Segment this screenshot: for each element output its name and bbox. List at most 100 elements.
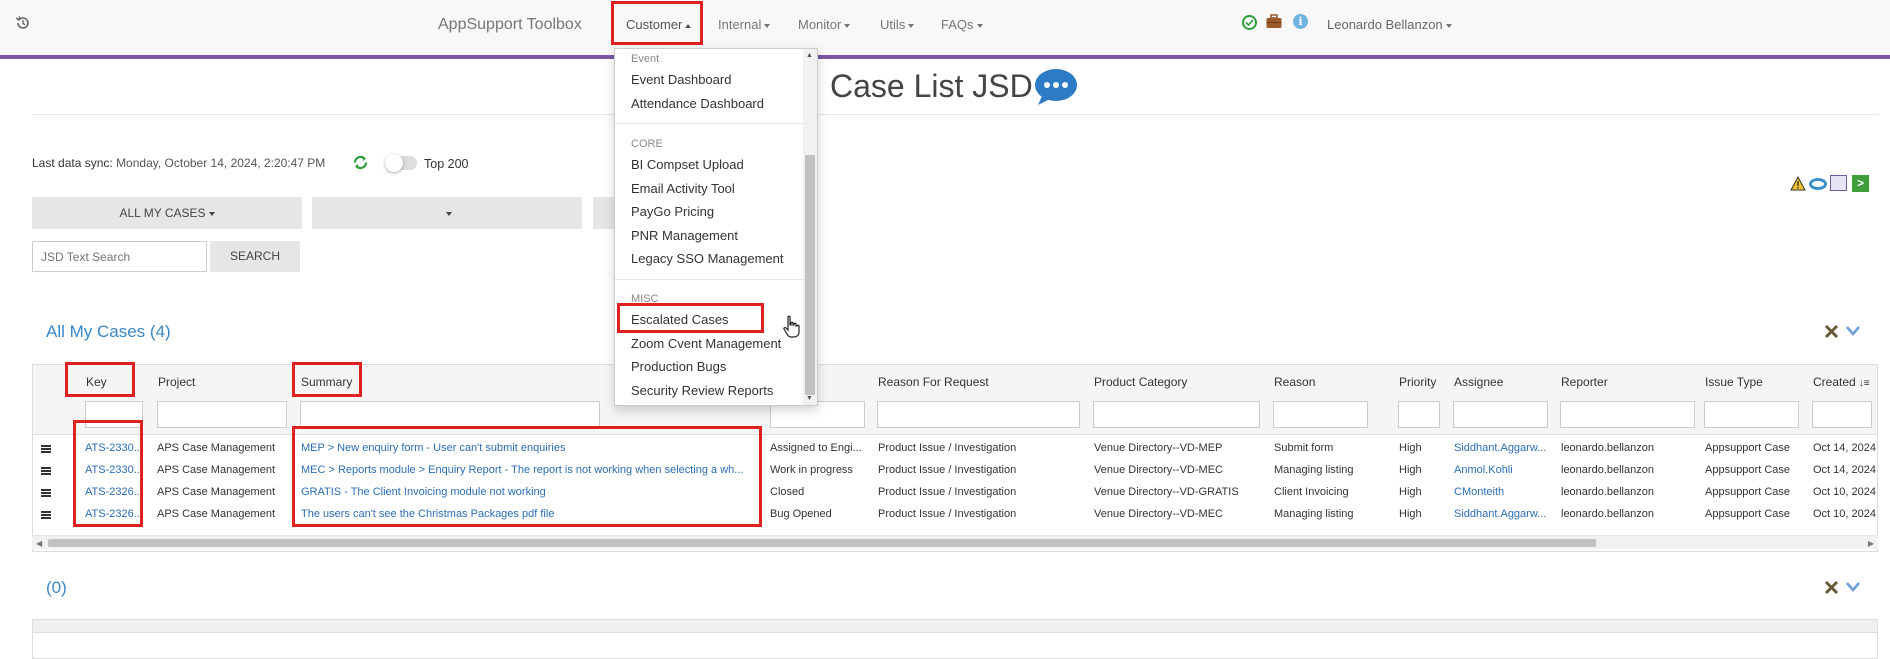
cell-assignee[interactable]: Siddhant.Aggarw...	[1454, 442, 1554, 454]
cell-assignee[interactable]: Siddhant.Aggarw...	[1454, 508, 1554, 520]
user-menu[interactable]: Leonardo Bellanzon	[1327, 14, 1452, 36]
dropdown-scroll-up-arrow[interactable]: ▲	[806, 52, 813, 59]
top200-label: Top 200	[424, 157, 469, 171]
row-details-icon[interactable]	[41, 489, 51, 497]
jsd-search-input[interactable]	[32, 241, 207, 272]
menu-utils[interactable]: Utils	[880, 14, 915, 36]
cell-priority: High	[1399, 464, 1422, 476]
cell-project: APS Case Management	[157, 442, 276, 454]
cell-issue-type: Appsupport Case	[1705, 486, 1790, 498]
row-details-icon[interactable]	[41, 467, 51, 475]
menu-item-bi-compset-upload[interactable]: BI Compset Upload	[631, 157, 744, 172]
chevron-down-icon	[844, 23, 851, 28]
cell-assignee[interactable]: Anmol.Kohli	[1454, 464, 1554, 476]
calendar-icon[interactable]	[1830, 175, 1847, 191]
all-my-cases-dropdown[interactable]: ALL MY CASES	[32, 197, 302, 229]
dropdown-scrollbar-thumb[interactable]	[805, 155, 815, 395]
next-arrow-icon[interactable]: >	[1852, 175, 1869, 192]
menu-item-security-review-reports[interactable]: Security Review Reports	[631, 383, 773, 398]
filter-reason[interactable]	[1273, 401, 1368, 428]
dropdown-header-event: Event	[631, 53, 660, 65]
menu-monitor[interactable]: Monitor	[798, 14, 851, 36]
cell-assignee[interactable]: CMonteith	[1454, 486, 1554, 498]
menu-item-zoom-cvent-management[interactable]: Zoom Cvent Management	[631, 336, 781, 351]
ring-icon[interactable]	[1809, 178, 1827, 190]
table-horizontal-scrollbar[interactable]: ◀ ▶	[32, 535, 1878, 549]
col-header-priority[interactable]: Priority	[1399, 375, 1436, 389]
close-icon[interactable]	[1824, 580, 1839, 595]
col-header-assignee[interactable]: Assignee	[1454, 375, 1503, 389]
col-header-reason-request[interactable]: Reason For Request	[878, 375, 989, 389]
panel-title-second[interactable]: (0)	[46, 578, 67, 598]
row-details-icon[interactable]	[41, 511, 51, 519]
toggle-knob	[385, 154, 403, 172]
title-divider	[32, 114, 1878, 115]
chevron-down-icon[interactable]	[1845, 324, 1861, 337]
cell-issue-type: Appsupport Case	[1705, 508, 1790, 520]
briefcase-icon[interactable]	[1266, 14, 1282, 29]
filter-assignee[interactable]	[1453, 401, 1548, 428]
second-table-body	[32, 633, 1878, 659]
menu-item-email-activity-tool[interactable]: Email Activity Tool	[631, 181, 735, 196]
chevron-down-icon	[976, 23, 983, 28]
menu-faqs[interactable]: FAQs	[941, 14, 983, 36]
dropdown-scroll-down-arrow[interactable]: ▼	[806, 395, 813, 402]
chat-bubble-icon[interactable]	[1034, 68, 1078, 106]
col-header-reporter[interactable]: Reporter	[1561, 375, 1608, 389]
highlight-key-header	[65, 362, 135, 397]
cell-reason-request: Product Issue / Investigation	[878, 442, 1017, 454]
col-header-reason[interactable]: Reason	[1274, 375, 1315, 389]
filter-reason-request[interactable]	[877, 401, 1080, 428]
menu-faqs-label: FAQs	[941, 17, 974, 32]
info-icon[interactable]: i	[1293, 14, 1308, 29]
refresh-icon[interactable]	[352, 154, 369, 171]
search-button[interactable]: SEARCH	[210, 241, 300, 272]
warning-icon[interactable]	[1790, 175, 1806, 191]
menu-item-event-dashboard[interactable]: Event Dashboard	[631, 72, 731, 87]
col-header-category[interactable]: Product Category	[1094, 375, 1187, 389]
top200-toggle[interactable]	[385, 154, 417, 172]
chevron-down-icon	[908, 23, 915, 28]
panel-title-all-cases[interactable]: All My Cases (4)	[46, 322, 171, 342]
sync-value: Monday, October 14, 2024, 2:20:47 PM	[116, 156, 326, 170]
highlight-summary-column	[292, 426, 762, 527]
scrollbar-thumb[interactable]	[48, 539, 1596, 547]
filter-created[interactable]	[1812, 401, 1872, 428]
menu-item-attendance-dashboard[interactable]: Attendance Dashboard	[631, 96, 764, 111]
chevron-down-icon	[445, 211, 452, 216]
close-icon[interactable]	[1824, 324, 1839, 339]
secondary-filter-dropdown[interactable]	[312, 197, 582, 229]
history-icon[interactable]	[14, 14, 32, 32]
dropdown-scrollbar[interactable]: ▲ ▼	[803, 49, 817, 405]
filter-priority[interactable]	[1398, 401, 1440, 428]
status-ok-icon[interactable]	[1242, 15, 1257, 30]
cell-project: APS Case Management	[157, 508, 276, 520]
hand-cursor-icon	[782, 315, 802, 339]
dropdown-header-core: CORE	[631, 138, 663, 150]
filter-reporter[interactable]	[1560, 401, 1695, 428]
menu-item-pnr-management[interactable]: PNR Management	[631, 228, 738, 243]
cell-project: APS Case Management	[157, 464, 276, 476]
highlight-customer-menu	[611, 1, 703, 45]
cell-reason: Submit form	[1274, 442, 1334, 454]
filter-project[interactable]	[157, 401, 287, 428]
filter-category[interactable]	[1093, 401, 1260, 428]
filter-summary[interactable]	[300, 401, 600, 428]
scroll-left-arrow[interactable]: ◀	[36, 539, 42, 548]
filter-issue-type[interactable]	[1704, 401, 1799, 428]
row-details-icon[interactable]	[41, 445, 51, 453]
col-header-created[interactable]: Created ↓≡	[1813, 375, 1870, 389]
dropdown-divider	[615, 279, 805, 280]
menu-item-production-bugs[interactable]: Production Bugs	[631, 359, 726, 374]
chevron-down-icon	[764, 23, 771, 28]
scroll-right-arrow[interactable]: ▶	[1868, 539, 1874, 548]
col-header-issue-type[interactable]: Issue Type	[1705, 375, 1763, 389]
cell-reason: Client Invoicing	[1274, 486, 1349, 498]
chevron-down-icon[interactable]	[1845, 580, 1861, 593]
highlight-summary-header	[292, 362, 362, 397]
menu-internal[interactable]: Internal	[718, 14, 771, 36]
brand-title[interactable]: AppSupport Toolbox	[438, 14, 582, 36]
menu-item-legacy-sso-management[interactable]: Legacy SSO Management	[631, 251, 783, 266]
col-header-project[interactable]: Project	[158, 375, 195, 389]
menu-item-paygo-pricing[interactable]: PayGo Pricing	[631, 204, 714, 219]
